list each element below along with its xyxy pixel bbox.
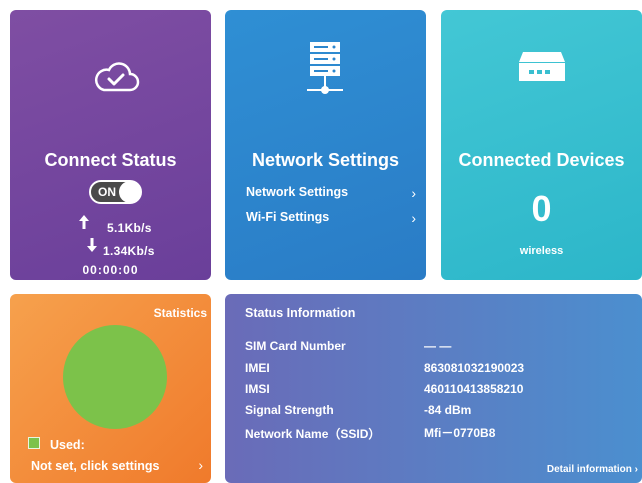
chevron-right-icon: › bbox=[411, 185, 416, 201]
chevron-right-icon: › bbox=[634, 464, 638, 475]
toggle-label: ON bbox=[98, 185, 116, 199]
detail-information-link[interactable]: Detail information › bbox=[547, 464, 638, 475]
server-icon bbox=[307, 42, 343, 94]
toggle-knob bbox=[119, 181, 141, 203]
network-settings-link-label: Network Settings bbox=[246, 185, 349, 199]
imsi-label: IMSI bbox=[245, 382, 270, 396]
status-information-title: Status Information bbox=[245, 306, 356, 320]
signal-strength-value: -84 dBm bbox=[424, 403, 472, 417]
sim-card-number-label: SIM Card Number bbox=[245, 339, 346, 353]
download-speed: 1.34Kb/s bbox=[103, 244, 155, 258]
network-name-value: Mfi－0770B8 bbox=[424, 426, 496, 440]
network-settings-card[interactable]: Network Settings Network Settings › Wi-F… bbox=[225, 10, 426, 280]
upload-arrow-icon bbox=[79, 215, 89, 229]
used-legend-label: Used: bbox=[50, 438, 85, 452]
statistics-title: Statistics bbox=[153, 306, 207, 320]
imei-value: 863081032190023 bbox=[424, 361, 525, 375]
connect-status-card[interactable]: Connect Status ON 5.1Kb/s 1.34Kb/s 00:00… bbox=[10, 10, 211, 280]
chevron-right-icon: › bbox=[411, 210, 416, 226]
set-usage-link-label: Not set, click settings bbox=[31, 459, 160, 473]
chevron-right-icon: › bbox=[198, 457, 203, 473]
set-usage-link[interactable]: Not set, click settings › bbox=[31, 457, 203, 477]
download-arrow-icon bbox=[87, 238, 97, 252]
wifi-settings-link[interactable]: Wi-Fi Settings › bbox=[246, 210, 416, 228]
cloud-check-icon bbox=[95, 62, 140, 92]
upload-speed: 5.1Kb/s bbox=[107, 221, 152, 235]
detail-information-label: Detail information bbox=[546, 464, 632, 475]
used-legend-swatch bbox=[28, 437, 40, 449]
status-information-card: Status Information SIM Card Number — — I… bbox=[225, 294, 642, 483]
connected-devices-title: Connected Devices bbox=[458, 150, 625, 170]
imsi-value: 460110413858210 bbox=[424, 382, 524, 396]
usage-pie-chart bbox=[63, 325, 167, 429]
connected-devices-card[interactable]: Connected Devices 0 wireless bbox=[441, 10, 642, 280]
device-count: 0 bbox=[531, 188, 552, 229]
connect-status-title: Connect Status bbox=[44, 150, 177, 170]
router-icon bbox=[519, 52, 565, 81]
sim-card-number-value: — — bbox=[424, 339, 452, 353]
device-type-label: wireless bbox=[519, 245, 564, 257]
connection-duration: 00:00:00 bbox=[82, 263, 139, 277]
signal-strength-label: Signal Strength bbox=[245, 403, 334, 417]
network-settings-title: Network Settings bbox=[251, 150, 400, 170]
imei-label: IMEI bbox=[245, 361, 270, 375]
network-name-label: Network Name（SSID） bbox=[245, 427, 381, 441]
statistics-card: Statistics Used: Not set, click settings… bbox=[10, 294, 211, 483]
connection-toggle[interactable]: ON bbox=[89, 180, 142, 204]
wifi-settings-link-label: Wi-Fi Settings bbox=[246, 210, 330, 224]
network-settings-link[interactable]: Network Settings › bbox=[246, 185, 416, 203]
